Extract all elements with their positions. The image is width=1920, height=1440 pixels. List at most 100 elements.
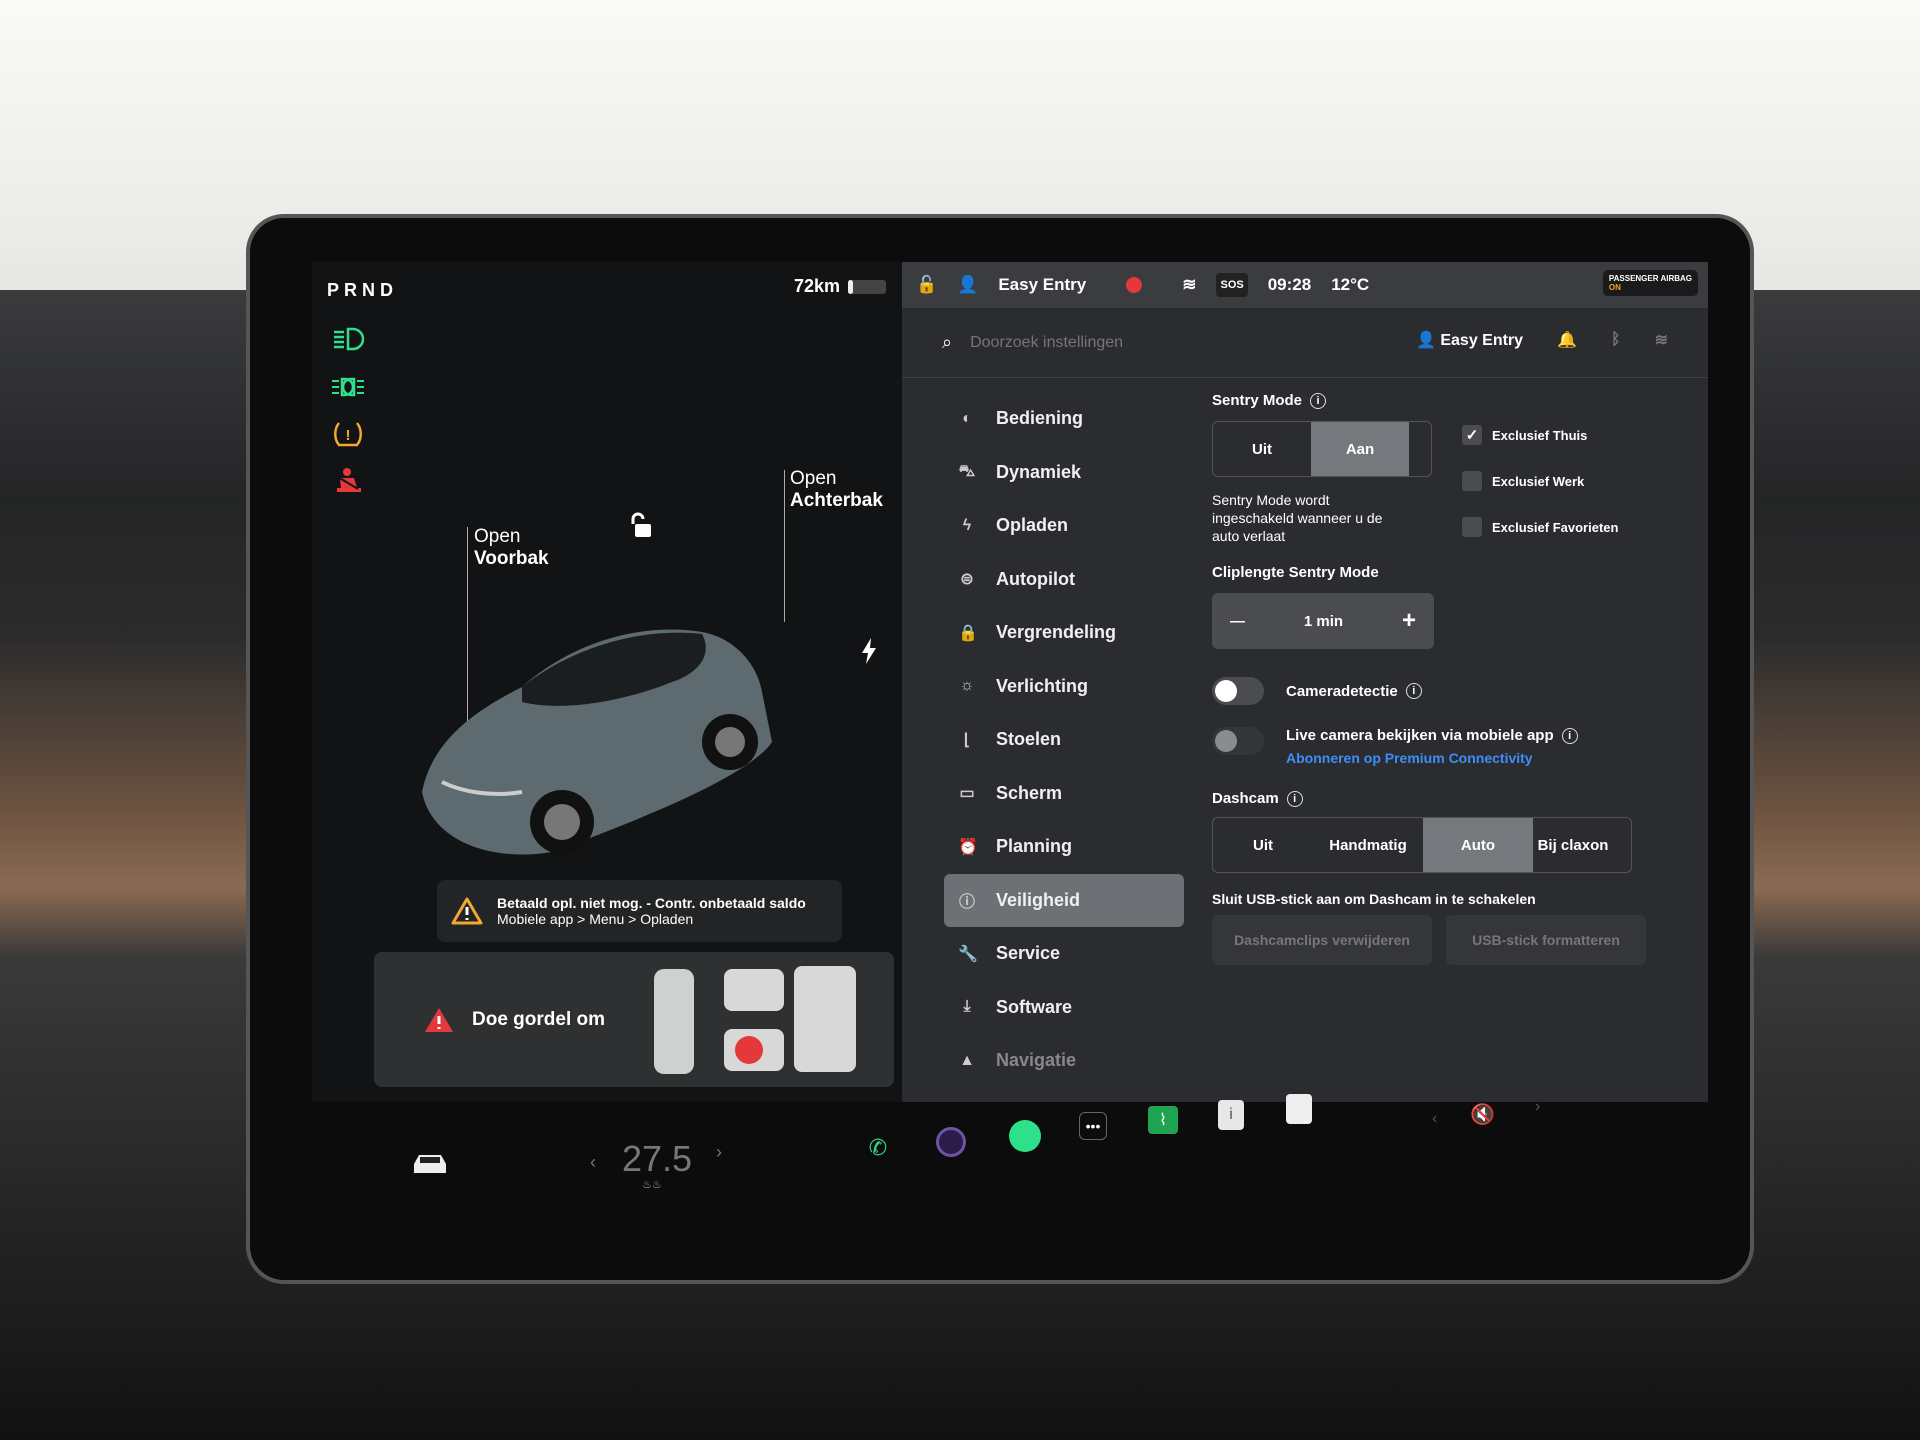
range-value: 72km [793,276,840,296]
bluetooth-icon[interactable]: ᛒ [1611,331,1621,349]
battery-icon [848,279,886,294]
notes-icon[interactable] [1286,1094,1312,1124]
menu-item-label: Scherm [996,782,1063,803]
media-prev-button[interactable]: ‹ [1432,1110,1437,1128]
charging-alert[interactable]: Betaald opl. niet mog. - Contr. onbetaal… [437,880,842,942]
sos-button[interactable]: SOS [1216,273,1248,297]
wifi-icon: ≋ [1182,275,1197,294]
seatbelt-alert: Doe gordel om [374,952,894,1087]
dashcam-option-handmatig[interactable]: Handmatig [1313,818,1423,872]
dashcam-option-auto[interactable]: Auto [1423,818,1533,872]
range-indicator: 72km [794,276,886,297]
menu-item-bediening[interactable]: ◐ Bediening [944,392,1184,446]
steering-wheel-icon: ⊜ [960,571,974,589]
info-icon[interactable]: i [1286,790,1303,807]
menu-item-stoelen[interactable]: ⌊ Stoelen [944,713,1184,767]
bell-icon[interactable]: 🔔 [1557,330,1577,350]
stocks-icon[interactable]: ⌇ [1148,1106,1178,1134]
sentry-option-uit[interactable]: Uit [1213,422,1311,476]
manual-icon[interactable]: i [1218,1100,1244,1130]
premium-connectivity-link[interactable]: Abonneren op Premium Connectivity [1286,750,1578,766]
sentry-option-aan[interactable]: Aan [1311,422,1409,476]
menu-item-software[interactable]: ⤓ Software [944,981,1184,1035]
camera-icon[interactable] [933,1124,969,1160]
temp-up-button[interactable]: › [716,1142,722,1163]
menu-item-planning[interactable]: ⏰ Planning [944,820,1184,874]
defrost-icons[interactable]: ♨♨ [642,1178,662,1191]
dashcam-heading: Dashcam i [1212,790,1692,807]
menu-item-opladen[interactable]: ϟ Opladen [944,499,1184,553]
svg-text:!: ! [346,427,351,444]
car-icon: ⛍ [958,463,976,481]
menu-item-service[interactable]: 🔧 Service [944,927,1184,981]
live-camera-toggle[interactable] [1212,727,1264,755]
spotify-icon[interactable] [1007,1118,1043,1154]
search-icon: ⌕ [942,332,953,352]
menu-item-label: Service [996,943,1061,964]
menu-item-vergrendeling[interactable]: 🔒 Vergrendeling [944,606,1184,660]
checkmark-icon[interactable]: ✓ [1462,425,1482,445]
recording-icon[interactable] [1126,277,1143,293]
seatbelt-alert-text: Doe gordel om [472,1008,606,1030]
lock-icon[interactable]: 🔓 [916,275,937,295]
profile-button[interactable]: 👤 Easy Entry [1416,330,1523,350]
more-icon[interactable]: ••• [1079,1112,1107,1140]
usb-notice: Sluit USB-stick aan om Dashcam in te sch… [1212,891,1536,907]
touchscreen: PRND ! 72km Open Voorbak Open Achterbak Be… [312,262,1708,1144]
clip-length-stepper: — 1 min + [1212,593,1434,649]
exclusion-checkbox[interactable]: Exclusief Favorieten [1462,504,1618,550]
dashcam-option-bij-claxon[interactable]: Bij claxon [1533,818,1613,872]
settings-panel: 🔓 👤 Easy Entry ≋ SOS 09:28 12°C PASSENGE… [902,262,1708,1102]
open-trunk-button[interactable]: Open Achterbak [790,468,883,512]
profile-icon[interactable]: 👤 [957,275,978,295]
info-icon[interactable]: i [1405,683,1422,699]
checkbox-icon[interactable] [1462,517,1482,537]
seat-map [654,966,856,1074]
unlock-icon[interactable] [627,512,655,540]
delete-dashcam-clips-button[interactable]: Dashcamclips verwijderen [1212,915,1432,965]
camera-detection-toggle[interactable] [1212,677,1264,705]
menu-item-navigatie[interactable]: ▲ Navigatie [944,1034,1184,1088]
volume-muted-icon[interactable]: 🔇 [1470,1102,1495,1127]
exclusion-checkbox[interactable]: ✓ Exclusief Thuis [1462,412,1618,458]
menu-item-scherm[interactable]: ▭ Scherm [944,767,1184,821]
info-icon[interactable]: i [1310,392,1327,409]
wifi-icon[interactable]: ≋ [1655,330,1668,350]
clip-length-heading: Cliplengte Sentry Mode [1212,564,1379,581]
lock-icon: 🔒 [958,624,978,642]
checkbox-icon[interactable] [1462,471,1482,491]
temp-down-button[interactable]: ‹ [590,1152,596,1173]
cabin-temperature[interactable]: 27.5 [622,1138,692,1180]
menu-item-veiligheid[interactable]: ⓘ Veiligheid [944,873,1184,927]
seatbelt-warning-icon [337,468,361,492]
car-icon[interactable] [410,1150,450,1176]
sun-icon: ☼ [959,677,975,695]
dashcam-option-uit[interactable]: Uit [1213,818,1313,872]
charging-alert-subtitle: Mobiele app > Menu > Opladen [497,911,694,927]
search-input[interactable] [970,333,1301,352]
open-frunk-button[interactable]: Open Voorbak [474,526,549,570]
format-usb-button[interactable]: USB-stick formatteren [1446,915,1646,965]
phone-icon[interactable]: ✆ [860,1130,896,1166]
wrench-icon: 🔧 [958,945,978,963]
exclusion-checkbox[interactable]: Exclusief Werk [1462,458,1618,504]
menu-item-dynamiek[interactable]: ⛍ Dynamiek [944,446,1184,500]
menu-item-label: Verlichting [996,675,1089,696]
media-next-button[interactable]: › [1535,1098,1540,1116]
parking-lights-icon [332,377,364,397]
menu-item-verlichting[interactable]: ☼ Verlichting [944,660,1184,714]
low-beam-icon [334,327,365,351]
profile-name[interactable]: Easy Entry [998,275,1086,295]
live-camera-label: Live camera bekijken via mobiele app i [1286,727,1578,744]
info-icon[interactable]: i [1561,727,1578,744]
menu-item-autopilot[interactable]: ⊜ Autopilot [944,553,1184,607]
download-icon: ⤓ [963,998,971,1016]
menu-item-label: Vergrendeling [996,622,1117,643]
settings-search: ⌕ 👤 Easy Entry 🔔 ᛒ ≋ [902,308,1708,378]
menu-item-label: Navigatie [996,1050,1077,1071]
increase-button[interactable]: + [1402,607,1416,635]
charge-port-icon[interactable] [860,638,878,664]
decrease-button[interactable]: — [1230,613,1245,630]
menu-item-label: Stoelen [996,729,1062,750]
vehicle-panel: PRND ! 72km Open Voorbak Open Achterbak Be… [312,262,902,1102]
